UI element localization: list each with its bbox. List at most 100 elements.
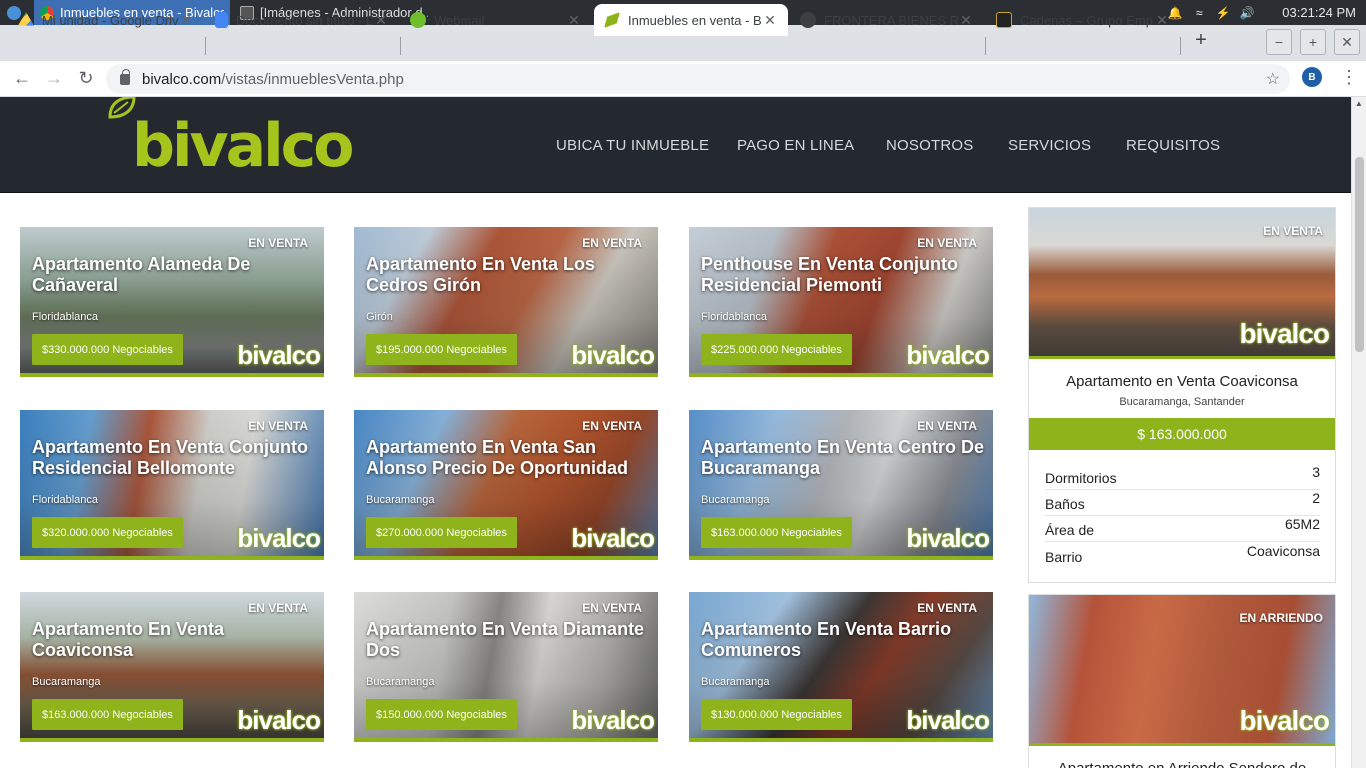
- featured-title[interactable]: Apartamento en Venta Coaviconsa: [1029, 373, 1335, 390]
- tab-google-docs[interactable]: Documento sin título - D ✕: [205, 4, 399, 36]
- tab-divider: [1180, 37, 1181, 55]
- listing-status: EN VENTA: [248, 601, 308, 615]
- listing-status: EN VENTA: [917, 236, 977, 250]
- tab-label: FRONTERA BIENES RAÍC: [824, 12, 958, 28]
- nav-pago-en-linea[interactable]: PAGO EN LINEA: [737, 137, 854, 154]
- watermark-logo: bivalco: [571, 523, 655, 553]
- listing-title[interactable]: Apartamento En Venta Los Cedros Girón: [366, 254, 658, 296]
- new-tab-button[interactable]: +: [1190, 29, 1212, 51]
- featured-photo[interactable]: EN ARRIENDO bivalco: [1029, 595, 1335, 743]
- listing-title[interactable]: Penthouse En Venta Conjunto Residencial …: [701, 254, 993, 296]
- svg-text:bivalco: bivalco: [132, 111, 352, 175]
- featured-price: $ 163.000.000: [1029, 418, 1335, 450]
- listing-price[interactable]: $163.000.000 Negociables: [701, 517, 852, 548]
- power-icon[interactable]: ⚡: [1216, 6, 1231, 20]
- listing-status: EN VENTA: [248, 419, 308, 433]
- lock-icon[interactable]: [120, 68, 130, 85]
- nav-requisitos[interactable]: REQUISITOS: [1126, 137, 1220, 154]
- listing-price[interactable]: $225.000.000 Negociables: [701, 334, 852, 365]
- listing-price[interactable]: $320.000.000 Negociables: [32, 517, 183, 548]
- bivalco-leaf-icon: [604, 12, 620, 28]
- watermark-logo: bivalco: [237, 705, 321, 735]
- bookmark-star-icon[interactable]: ☆: [1266, 69, 1280, 89]
- listing-title[interactable]: Apartamento En Venta Diamante Dos: [366, 619, 658, 661]
- watermark-logo: bivalco: [237, 523, 321, 553]
- close-icon[interactable]: ✕: [958, 12, 974, 29]
- close-icon[interactable]: ✕: [373, 12, 389, 29]
- forward-arrow-icon[interactable]: →: [38, 63, 70, 95]
- close-window-button[interactable]: ✕: [1334, 29, 1360, 55]
- listing-card[interactable]: EN VENTA Apartamento En Venta Coaviconsa…: [20, 592, 324, 742]
- listing-price[interactable]: $130.000.000 Negociables: [701, 699, 852, 730]
- volume-icon[interactable]: 🔊: [1240, 6, 1255, 20]
- google-docs-icon: [215, 12, 228, 28]
- listing-price[interactable]: $270.000.000 Negociables: [366, 517, 517, 548]
- listing-title[interactable]: Apartamento En Venta Conjunto Residencia…: [32, 437, 324, 479]
- listing-city: Floridablanca: [701, 311, 768, 323]
- listing-price[interactable]: $195.000.000 Negociables: [366, 334, 517, 365]
- listing-card[interactable]: EN VENTA Apartamento En Venta Barrio Com…: [689, 592, 993, 742]
- page-viewport: bivalco UBICA TU INMUEBLE PAGO EN LINEA …: [0, 97, 1366, 768]
- listing-city: Bucaramanga: [701, 676, 770, 688]
- wifi-icon[interactable]: ≈: [1192, 6, 1206, 20]
- watermark-logo: bivalco: [1239, 705, 1330, 736]
- nav-nosotros[interactable]: NOSOTROS: [886, 137, 973, 154]
- listing-status: EN VENTA: [917, 601, 977, 615]
- clock[interactable]: 03:21:24 PM: [1282, 5, 1356, 20]
- listing-price[interactable]: $150.000.000 Negociables: [366, 699, 517, 730]
- listing-title[interactable]: Apartamento Alameda De Cañaveral: [32, 254, 324, 296]
- page-scrollbar[interactable]: ▲: [1351, 97, 1366, 768]
- close-icon[interactable]: ✕: [566, 12, 582, 29]
- close-icon[interactable]: ✕: [178, 12, 194, 29]
- tab-frontera[interactable]: FRONTERA BIENES RAÍC ✕: [790, 4, 984, 36]
- scrollbar-thumb[interactable]: [1355, 157, 1364, 352]
- tab-bivalco[interactable]: Inmuebles en venta - Bi ✕: [594, 4, 788, 36]
- listing-card[interactable]: EN VENTA Apartamento En Venta San Alonso…: [354, 410, 658, 560]
- spec-row: Área de 65M2: [1045, 516, 1320, 542]
- maximize-button[interactable]: +: [1300, 29, 1326, 55]
- featured-property-card[interactable]: EN ARRIENDO bivalco Apartamento en Arrie…: [1028, 594, 1336, 768]
- listing-price[interactable]: $330.000.000 Negociables: [32, 334, 183, 365]
- tab-label: Cadenas – Grupo Empr: [1020, 12, 1154, 28]
- watermark-logo: bivalco: [571, 340, 655, 370]
- listing-title[interactable]: Apartamento En Venta Barrio Comuneros: [701, 619, 993, 661]
- featured-photo[interactable]: EN VENTA bivalco: [1029, 208, 1335, 356]
- reload-icon[interactable]: ↻: [70, 63, 102, 95]
- featured-status: EN ARRIENDO: [1239, 611, 1323, 625]
- listing-status: EN VENTA: [582, 601, 642, 615]
- listing-price[interactable]: $163.000.000 Negociables: [32, 699, 183, 730]
- extension-icon[interactable]: B: [1302, 67, 1322, 87]
- listing-card[interactable]: EN VENTA Apartamento Alameda De Cañavera…: [20, 227, 324, 377]
- webmail-icon: [410, 12, 426, 28]
- tab-label: Documento sin título - D: [236, 12, 373, 28]
- featured-title[interactable]: Apartamento en Arriendo Sendero de: [1029, 760, 1335, 768]
- listing-card[interactable]: EN VENTA Apartamento En Venta Centro De …: [689, 410, 993, 560]
- listing-title[interactable]: Apartamento En Venta San Alonso Precio D…: [366, 437, 658, 479]
- tab-label: Webmail: [434, 12, 485, 28]
- browser-menu-icon[interactable]: ⋮: [1340, 67, 1358, 87]
- spec-value: 65M2: [1284, 516, 1320, 532]
- tab-webmail[interactable]: Webmail ✕: [400, 4, 592, 36]
- tab-label: Mi unidad - Google Drive: [42, 12, 178, 28]
- listing-card[interactable]: EN VENTA Apartamento En Venta Diamante D…: [354, 592, 658, 742]
- listing-card[interactable]: EN VENTA Penthouse En Venta Conjunto Res…: [689, 227, 993, 377]
- address-bar[interactable]: bivalco.com/vistas/inmueblesVenta.php ☆: [106, 64, 1290, 94]
- back-arrow-icon[interactable]: ←: [6, 63, 38, 95]
- listing-title[interactable]: Apartamento En Venta Coaviconsa: [32, 619, 324, 661]
- close-icon[interactable]: ✕: [762, 12, 778, 29]
- tab-cadenas[interactable]: Cadenas – Grupo Empr ✕: [986, 4, 1180, 36]
- minimize-button[interactable]: −: [1266, 29, 1292, 55]
- bivalco-logo[interactable]: bivalco: [106, 97, 376, 175]
- listing-title[interactable]: Apartamento En Venta Centro De Bucaraman…: [701, 437, 993, 479]
- listing-card[interactable]: EN VENTA Apartamento En Venta Conjunto R…: [20, 410, 324, 560]
- nav-ubica-tu-inmueble[interactable]: UBICA TU INMUEBLE: [556, 137, 709, 154]
- tab-google-drive[interactable]: Mi unidad - Google Drive ✕: [8, 4, 204, 36]
- listing-card[interactable]: EN VENTA Apartamento En Venta Los Cedros…: [354, 227, 658, 377]
- close-icon[interactable]: ✕: [1154, 12, 1170, 29]
- spec-label: Baños: [1045, 496, 1085, 512]
- scroll-up-icon[interactable]: ▲: [1355, 99, 1363, 108]
- system-tray: 🔔 ≈ ⚡ 🔊 03:21:24 PM: [1168, 0, 1356, 25]
- listing-city: Floridablanca: [32, 494, 99, 506]
- featured-property-card[interactable]: EN VENTA bivalco Apartamento en Venta Co…: [1028, 207, 1336, 583]
- nav-servicios[interactable]: SERVICIOS: [1008, 137, 1091, 154]
